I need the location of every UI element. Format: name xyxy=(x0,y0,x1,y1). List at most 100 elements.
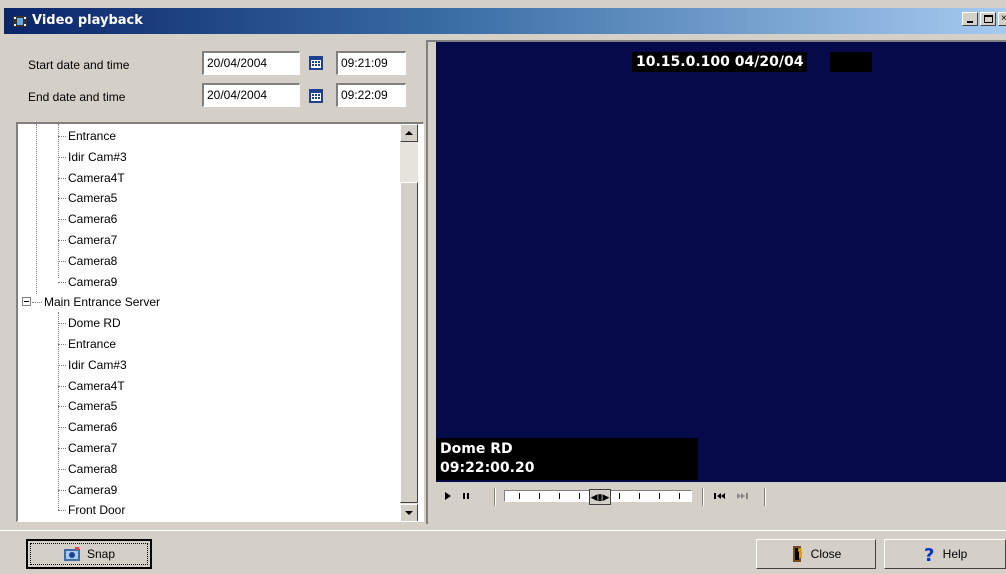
tree-guide-line xyxy=(36,124,37,294)
tree-node-label: Camera4T xyxy=(68,378,125,393)
playback-position-slider[interactable]: ◀▮▶ xyxy=(504,489,692,505)
tree-node-label: Idir Cam#3 xyxy=(68,149,127,164)
tree-node-label: Main Entrance Server xyxy=(44,295,161,310)
tree-connector xyxy=(58,281,66,283)
pause-icon xyxy=(463,493,469,499)
tree-node-label: Camera9 xyxy=(68,482,118,497)
tree-node-label: Camera9 xyxy=(68,274,118,289)
minimize-button[interactable] xyxy=(962,12,978,26)
slider-tick xyxy=(639,493,640,499)
tree-node-label: Camera7 xyxy=(68,441,118,455)
tree-node-label: Camera8 xyxy=(68,461,118,476)
play-button[interactable] xyxy=(440,488,456,504)
tree-node-camera[interactable]: Camera5 xyxy=(68,396,117,416)
tree-connector xyxy=(58,177,66,179)
tree-node-camera[interactable]: Front Door xyxy=(68,500,125,520)
previous-icon xyxy=(714,493,725,499)
separator xyxy=(764,488,766,506)
tree-connector xyxy=(58,427,66,429)
window-title: Video playback xyxy=(32,13,143,28)
tree-connector xyxy=(58,406,66,408)
tree-connector xyxy=(58,468,66,470)
tree-connector xyxy=(58,156,66,158)
playback-controls: ◀▮▶ xyxy=(436,484,1006,512)
tree-node-label: Camera4T xyxy=(68,170,125,185)
tree-node-camera[interactable]: Camera5 xyxy=(68,188,117,208)
minimize-icon xyxy=(967,21,973,23)
video-overlay-header: 10.15.0.100 04/20/04 xyxy=(632,52,808,72)
snap-label: Snap xyxy=(86,547,116,561)
slider-knob[interactable]: ◀▮▶ xyxy=(589,489,611,505)
tree-node-camera[interactable]: Camera8 xyxy=(68,251,117,271)
tree-node-label: Front Door xyxy=(68,503,126,518)
pause-button[interactable] xyxy=(458,488,474,504)
slider-tick xyxy=(659,493,660,499)
tree-node-camera[interactable]: Camera4T xyxy=(68,168,125,188)
start-calendar-icon[interactable] xyxy=(308,55,324,71)
tree-node-camera[interactable]: Camera9 xyxy=(68,272,117,292)
tree-connector xyxy=(58,260,66,262)
tree-node-camera[interactable]: Camera7 xyxy=(68,438,117,458)
scroll-up-button[interactable] xyxy=(400,124,418,142)
maximize-icon xyxy=(984,15,993,23)
tree-node-camera[interactable]: Camera6 xyxy=(68,209,117,229)
tree-node-camera[interactable]: Camera9 xyxy=(68,480,117,500)
previous-button[interactable] xyxy=(712,488,728,504)
close-button[interactable]: Close xyxy=(756,539,876,569)
slider-tick xyxy=(559,493,560,499)
help-icon: ? xyxy=(924,545,934,563)
tree-node-camera[interactable]: Idir Cam#3 xyxy=(68,355,127,375)
next-icon xyxy=(737,493,748,499)
next-button[interactable] xyxy=(734,488,750,504)
scroll-down-button[interactable] xyxy=(400,504,418,521)
end-date-field[interactable]: 20/04/2004 xyxy=(202,83,300,107)
scroll-thumb[interactable] xyxy=(400,182,418,503)
close-window-button[interactable]: × xyxy=(998,12,1006,26)
tree-node-label: Camera6 xyxy=(68,420,118,435)
tree-scrollbar[interactable] xyxy=(400,124,418,521)
end-calendar-icon[interactable] xyxy=(308,88,324,104)
tree-node-camera[interactable]: Idir Cam#3 xyxy=(68,147,127,167)
tree-node-camera[interactable]: Entrance xyxy=(68,334,116,354)
tree-guide-line xyxy=(58,312,59,510)
snapshot-icon xyxy=(63,547,80,561)
video-overlay-caption: Dome RD 09:22:00.20 xyxy=(436,438,698,480)
title-bar[interactable]: Video playback × xyxy=(4,8,1006,34)
video-playback-window: Video playback × Start date and time 20/… xyxy=(0,0,1006,574)
tree-connector xyxy=(58,323,66,325)
bottom-button-bar: Snap Close ? Help xyxy=(0,530,1006,574)
end-time-field[interactable]: 09:22:09 xyxy=(336,83,406,107)
collapse-main-entrance-icon[interactable] xyxy=(22,297,31,306)
tree-node-camera[interactable]: Camera6 xyxy=(68,417,117,437)
tree-node-label: Entrance xyxy=(68,129,117,143)
separator xyxy=(494,488,496,506)
separator xyxy=(702,488,704,506)
tree-connector xyxy=(58,240,66,241)
tree-node-camera[interactable]: Dome RD xyxy=(68,313,121,333)
tree-connector xyxy=(58,489,66,491)
tree-node-camera[interactable]: Camera8 xyxy=(68,459,117,479)
tree-connector xyxy=(58,364,66,366)
tree-guide-line xyxy=(58,124,59,278)
tree-node-label: Camera5 xyxy=(68,399,118,414)
tree-node-camera[interactable]: Entrance xyxy=(68,126,116,146)
tree-node-camera[interactable]: Camera7 xyxy=(68,230,117,250)
help-button[interactable]: ? Help xyxy=(884,539,1006,569)
tree-node-camera[interactable]: Camera4T xyxy=(68,376,125,396)
tree-connector xyxy=(32,302,42,304)
slider-tick xyxy=(539,493,540,499)
slider-tick xyxy=(679,493,680,499)
tree-node-label: Dome RD xyxy=(68,316,121,331)
video-display[interactable]: 10.15.0.100 04/20/04 Dome RD 09:22:00.20 xyxy=(436,42,1006,482)
maximize-button[interactable] xyxy=(980,12,996,26)
exit-door-icon xyxy=(792,546,802,562)
film-icon xyxy=(12,13,28,29)
snap-button[interactable]: Snap xyxy=(26,539,152,569)
date-filter-panel: Start date and time 20/04/2004 09:21:09 … xyxy=(16,42,424,118)
tree-node-label: Idir Cam#3 xyxy=(68,357,127,372)
arrow-down-icon xyxy=(405,511,413,515)
tree-connector xyxy=(58,448,66,449)
start-time-field[interactable]: 09:21:09 xyxy=(336,51,406,75)
tree-node-server[interactable]: Main Entrance Server xyxy=(44,292,160,312)
start-date-field[interactable]: 20/04/2004 xyxy=(202,51,300,75)
